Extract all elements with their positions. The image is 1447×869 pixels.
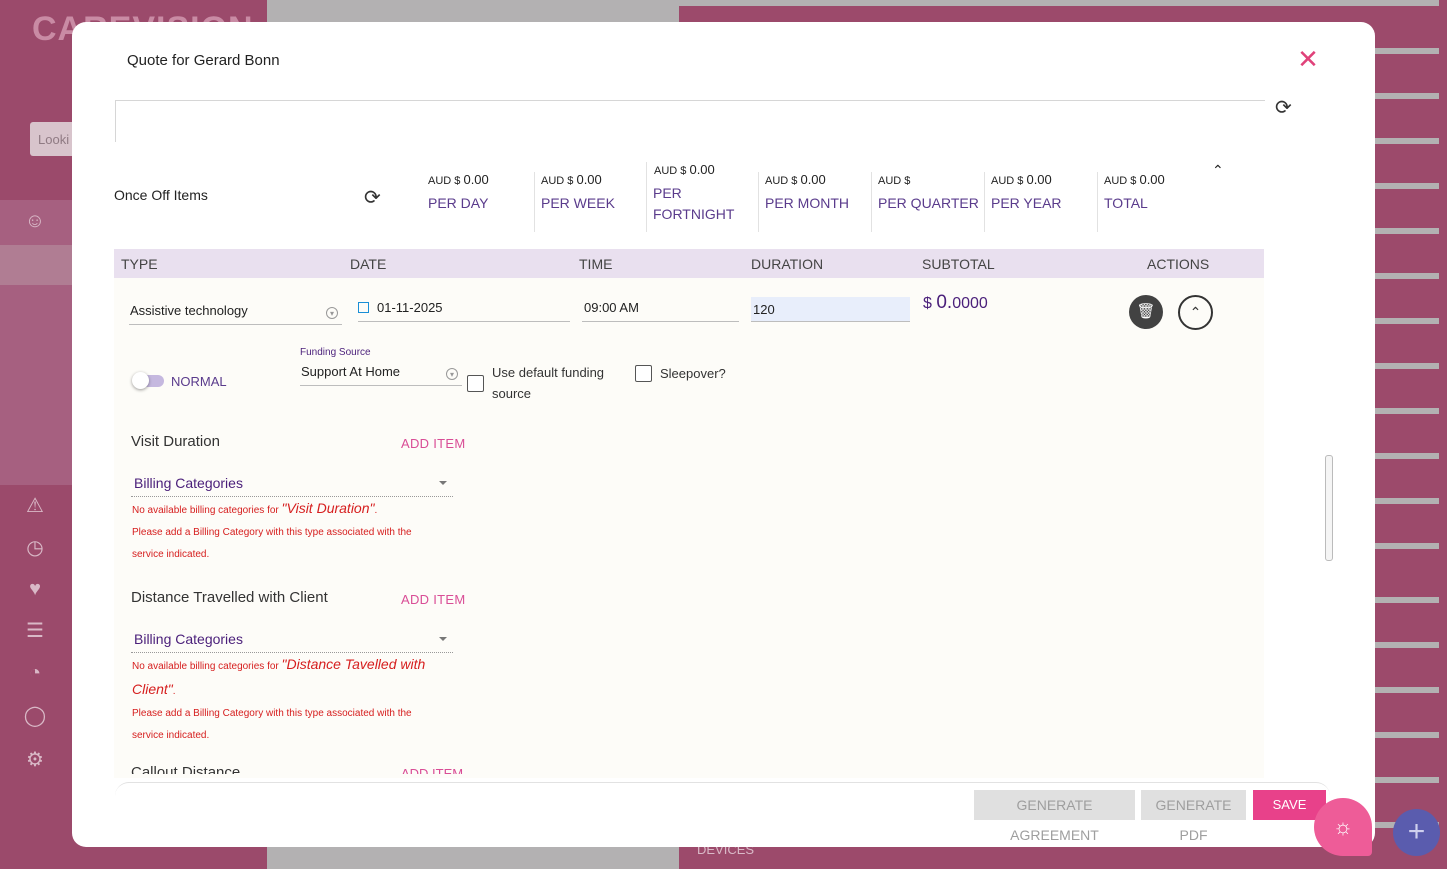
- stat-total: AUD $ 0.00 TOTAL: [1097, 172, 1205, 232]
- stat-per-year: AUD $ 0.00 PER YEAR: [984, 172, 1092, 232]
- chevron-up-icon[interactable]: ⌃: [1212, 162, 1224, 179]
- section-title-callout-distance: Callout Distance: [131, 764, 241, 774]
- use-default-funding-label: Use default funding source: [492, 365, 605, 401]
- calendar-icon: [358, 302, 369, 313]
- header-actions: ACTIONS: [1147, 256, 1210, 272]
- chevron-down-icon: [439, 481, 447, 485]
- chevron-down-icon: ▾: [326, 307, 338, 319]
- stat-per-day: AUD $ 0.00 PER DAY: [428, 172, 489, 211]
- duration-input[interactable]: 120: [751, 297, 910, 322]
- header-time: TIME: [579, 256, 613, 272]
- add-item-button[interactable]: ADD ITEM: [401, 592, 466, 607]
- generate-agreement-button[interactable]: GENERATE AGREEMENT: [974, 790, 1135, 843]
- refresh-icon[interactable]: ⟳: [364, 185, 381, 210]
- stat-per-quarter: AUD $ PER QUARTER: [871, 172, 979, 232]
- refresh-icon[interactable]: ⟳: [1275, 95, 1292, 120]
- mode-label: NORMAL: [171, 374, 227, 389]
- use-default-funding-checkbox[interactable]: [467, 375, 484, 392]
- divider: [115, 100, 1265, 101]
- error-message: No available billing categories for "Dis…: [132, 656, 426, 741]
- user-icon: ◯: [23, 705, 47, 727]
- heart-icon: ♥: [29, 578, 41, 600]
- stat-per-month: AUD $ 0.00 PER MONTH: [758, 172, 866, 232]
- report-icon: ◔: [28, 662, 42, 684]
- billing-categories-select[interactable]: Billing Categories: [131, 475, 453, 497]
- scrollbar[interactable]: [1325, 455, 1333, 561]
- chat-icon: ☰: [26, 620, 44, 642]
- add-item-button[interactable]: ADD ITEM: [401, 436, 466, 451]
- collapse-icon[interactable]: ⌃: [1178, 295, 1213, 330]
- header-type: TYPE: [121, 256, 158, 272]
- date-input[interactable]: 01-11-2025: [358, 300, 570, 322]
- table-header: TYPE DATE TIME DURATION SUBTOTAL ACTIONS: [114, 249, 1264, 278]
- chevron-down-icon: ▾: [446, 368, 458, 380]
- type-select[interactable]: Assistive technology ▾: [129, 303, 342, 325]
- header-date: DATE: [350, 256, 387, 272]
- sleepover-label: Sleepover?: [660, 366, 726, 381]
- section-title-visit-duration: Visit Duration: [131, 433, 220, 450]
- stat-per-week: AUD $ 0.00 PER WEEK: [534, 172, 642, 232]
- delete-icon[interactable]: 🗑: [1129, 295, 1163, 329]
- chevron-down-icon: [439, 637, 447, 641]
- bg-stripe: [679, 0, 1439, 6]
- quote-modal: Quote for Gerard Bonn ✕ ⟳ Once Off Items…: [72, 22, 1375, 847]
- alert-icon: ⚠: [26, 495, 44, 517]
- lightbulb-icon[interactable]: ☼: [1314, 798, 1372, 856]
- settings-icon: ⚙: [26, 749, 44, 771]
- funding-source-label: Funding Source: [300, 347, 371, 358]
- sleepover-checkbox[interactable]: [635, 365, 652, 382]
- funding-source-select[interactable]: Support At Home ▾: [300, 364, 462, 386]
- close-icon[interactable]: ✕: [1295, 46, 1321, 72]
- section-title-distance-travelled: Distance Travelled with Client: [131, 589, 328, 606]
- summary-label: Once Off Items: [114, 187, 208, 203]
- stat-per-fortnight: AUD $ 0.00 PER FORTNIGHT: [646, 162, 754, 232]
- error-message: No available billing categories for "Vis…: [132, 500, 412, 560]
- clock-icon: ◷: [26, 537, 44, 559]
- add-item-button[interactable]: ADD ITEM: [401, 766, 463, 774]
- people-icon: ☺: [24, 210, 46, 232]
- subtotal-value: $ 0.0000: [923, 292, 988, 313]
- plus-icon[interactable]: +: [1393, 809, 1440, 856]
- mode-toggle[interactable]: [132, 372, 164, 389]
- divider: [115, 100, 116, 142]
- time-input[interactable]: 09:00 AM: [582, 300, 739, 322]
- generate-pdf-button[interactable]: GENERATE PDF: [1141, 790, 1246, 843]
- header-subtotal: SUBTOTAL: [922, 256, 995, 272]
- modal-title: Quote for Gerard Bonn: [127, 52, 280, 69]
- header-duration: DURATION: [751, 256, 824, 272]
- billing-categories-select[interactable]: Billing Categories: [131, 631, 453, 653]
